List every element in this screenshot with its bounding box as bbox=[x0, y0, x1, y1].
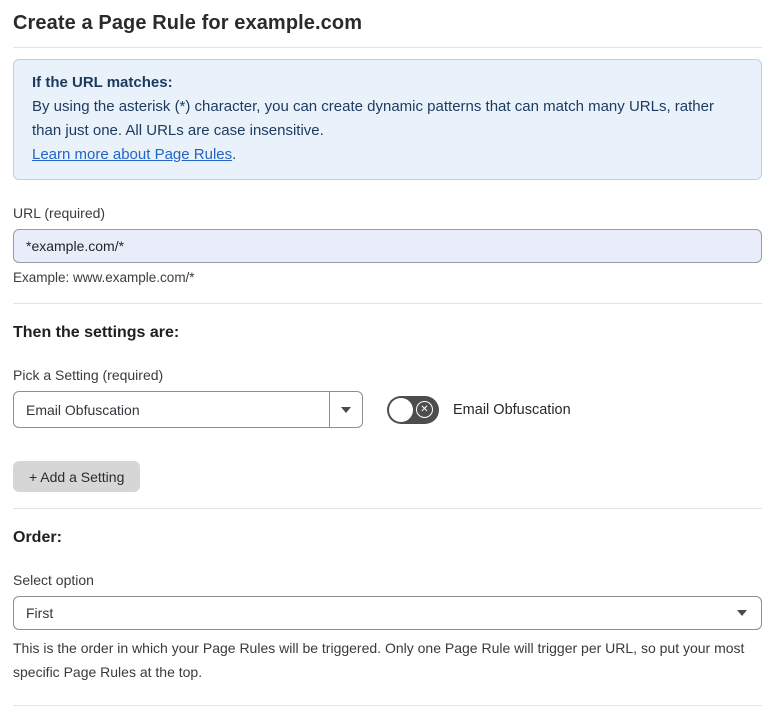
info-box-link-line: Learn more about Page Rules. bbox=[32, 143, 743, 167]
url-field-hint: Example: www.example.com/* bbox=[13, 270, 195, 285]
setting-select[interactable]: Email Obfuscation bbox=[13, 391, 363, 428]
chevron-down-icon bbox=[737, 610, 747, 616]
toggle-knob bbox=[389, 397, 413, 422]
setting-select-arrow-button[interactable] bbox=[329, 392, 362, 427]
footer-divider bbox=[13, 705, 762, 706]
order-select[interactable]: First bbox=[13, 596, 762, 630]
create-page-rule-panel: Create a Page Rule for example.com If th… bbox=[0, 0, 775, 717]
info-box-heading: If the URL matches: bbox=[32, 74, 173, 91]
add-setting-button[interactable]: + Add a Setting bbox=[13, 461, 141, 492]
learn-more-link[interactable]: Learn more about Page Rules bbox=[32, 146, 232, 163]
url-match-info-box: If the URL matches: By using the asteris… bbox=[13, 59, 762, 180]
email-obfuscation-toggle-label: Email Obfuscation bbox=[453, 401, 571, 418]
title-divider bbox=[13, 47, 762, 48]
url-input[interactable] bbox=[13, 229, 762, 263]
toggle-off-x-icon: ✕ bbox=[416, 401, 433, 418]
url-section-divider bbox=[13, 303, 762, 304]
order-select-value: First bbox=[26, 605, 54, 621]
url-field-label: URL (required) bbox=[13, 205, 106, 221]
link-suffix: . bbox=[232, 146, 237, 163]
email-obfuscation-toggle-group: ✕ Email Obfuscation bbox=[387, 395, 571, 424]
setting-picker-label: Pick a Setting (required) bbox=[13, 367, 164, 383]
email-obfuscation-toggle[interactable]: ✕ bbox=[387, 395, 439, 424]
settings-section-heading: Then the settings are: bbox=[13, 324, 180, 341]
setting-row: Email Obfuscation ✕ Email Obfuscation bbox=[13, 391, 762, 428]
order-help-text: This is the order in which your Page Rul… bbox=[13, 640, 745, 680]
order-section-heading: Order: bbox=[13, 529, 62, 546]
page-title: Create a Page Rule for example.com bbox=[13, 12, 363, 34]
order-select-label: Select option bbox=[13, 572, 94, 588]
settings-section-divider bbox=[13, 508, 762, 509]
info-box-body: By using the asterisk (*) character, you… bbox=[32, 98, 714, 139]
setting-select-value: Email Obfuscation bbox=[26, 401, 140, 418]
chevron-down-icon bbox=[341, 406, 351, 413]
